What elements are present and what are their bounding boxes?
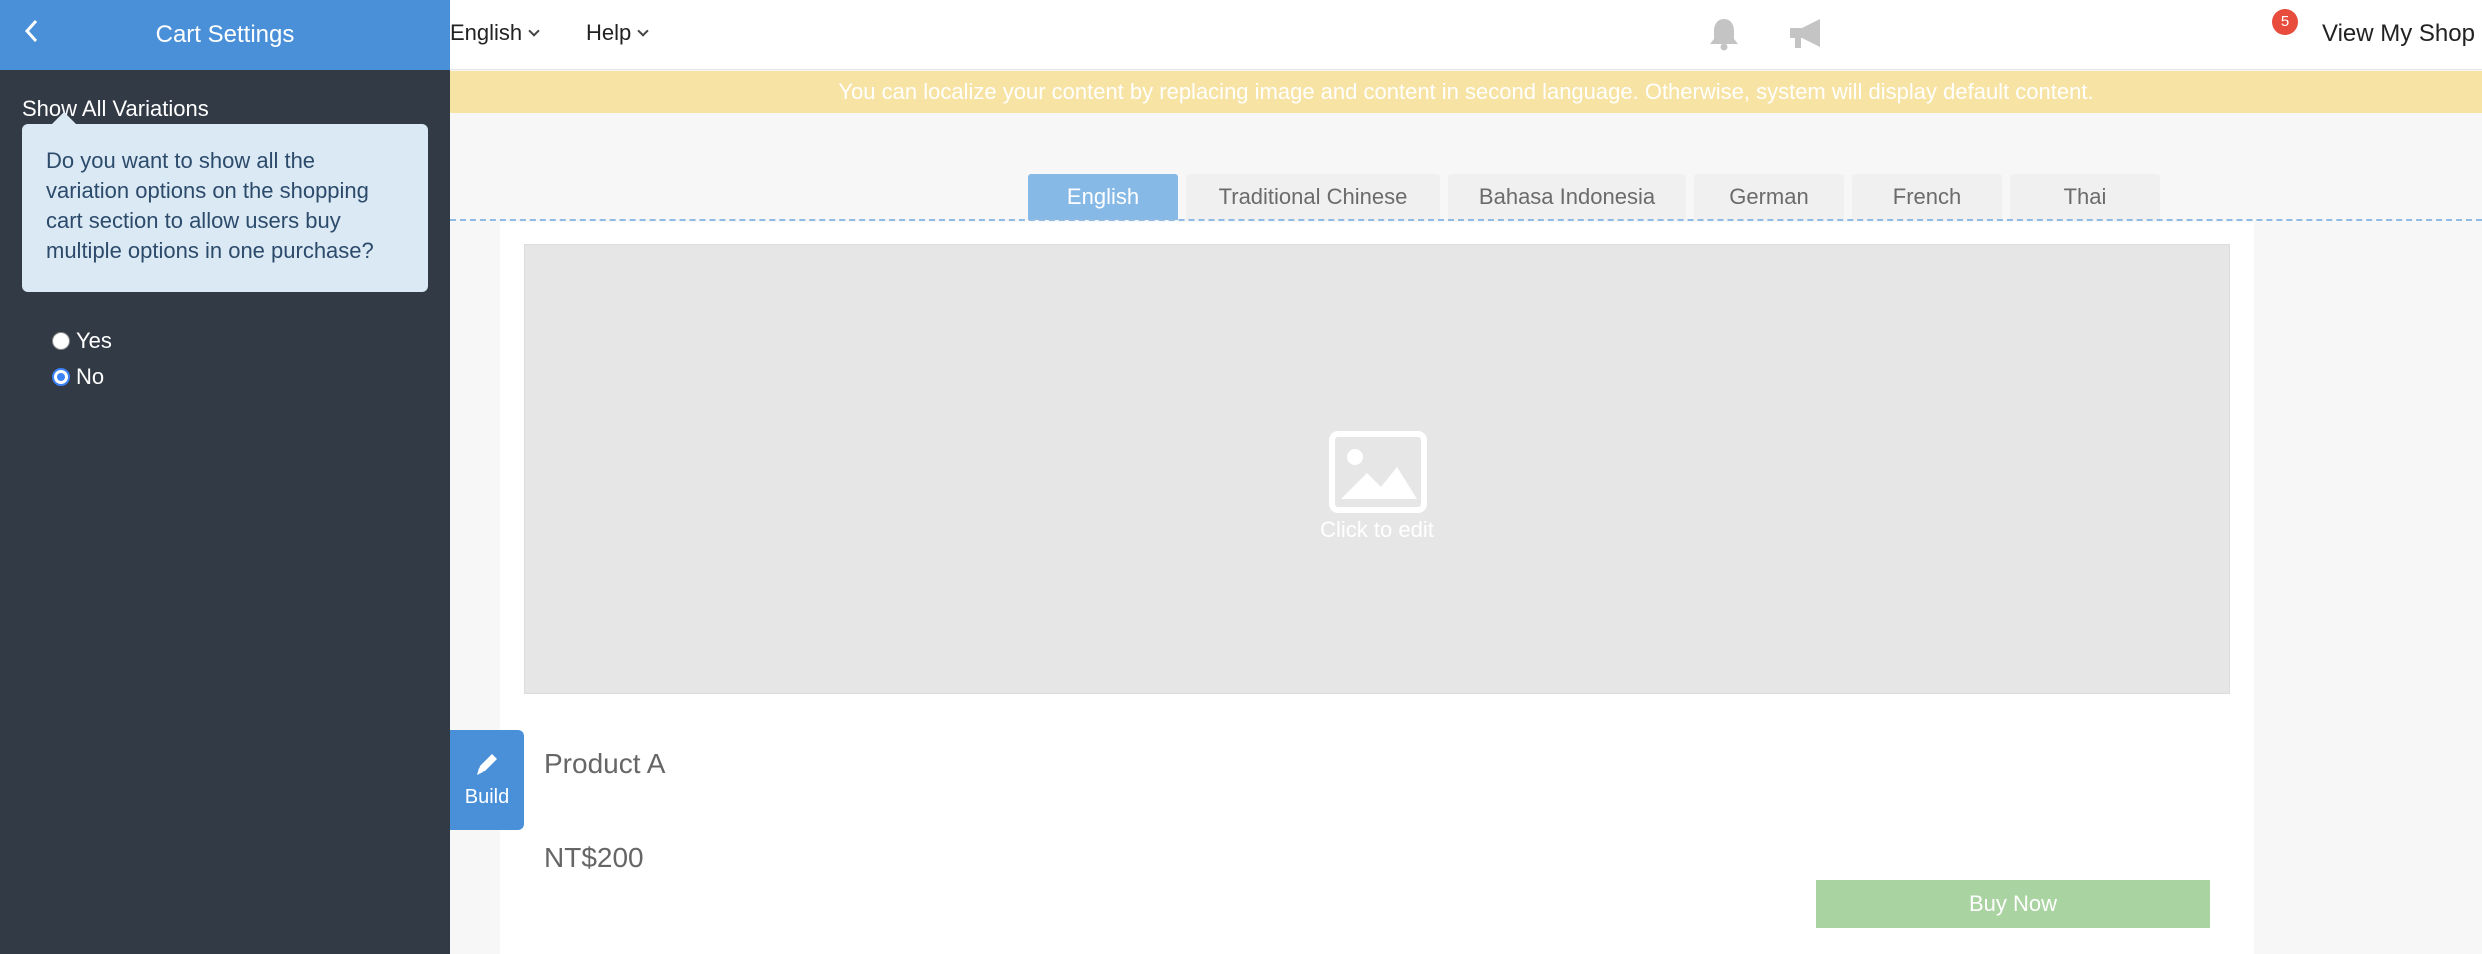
tab-bahasa-indonesia[interactable]: Bahasa Indonesia [1448, 174, 1686, 220]
chevron-down-icon [637, 25, 649, 37]
language-tabs: English Traditional Chinese Bahasa Indon… [1028, 174, 2168, 220]
radio-yes[interactable]: Yes [52, 328, 112, 354]
tab-thai[interactable]: Thai [2010, 174, 2160, 220]
bell-icon[interactable] [1706, 16, 1742, 52]
back-chevron-icon[interactable] [22, 16, 48, 52]
product-image-placeholder[interactable]: Click to edit [524, 244, 2230, 694]
panel-title: Cart Settings [155, 21, 295, 48]
product-price[interactable]: NT$200 [544, 842, 644, 874]
panel-header: Cart Settings [0, 0, 450, 70]
chevron-down-icon [528, 25, 540, 37]
show-all-variations-label: Show All Variations [22, 96, 209, 121]
radio-no[interactable]: No [52, 364, 104, 390]
radio-yes-label: Yes [76, 328, 112, 353]
tab-german[interactable]: German [1694, 174, 1844, 220]
tab-english[interactable]: English [1028, 174, 1178, 220]
build-button[interactable]: Build [450, 730, 524, 830]
top-navbar [450, 0, 2482, 70]
view-my-shop-link[interactable]: View My Shop [2322, 20, 2475, 48]
radio-no-control[interactable] [52, 368, 70, 386]
product-name[interactable]: Product A [544, 748, 665, 780]
image-icon [1329, 431, 1427, 513]
cart-settings-panel: Cart Settings Show All Variations Do you… [0, 0, 450, 954]
help-menu-label: Help [586, 20, 632, 45]
localization-banner: You can localize your content by replaci… [450, 71, 2482, 113]
help-menu[interactable]: Help [586, 20, 649, 46]
build-label: Build [464, 786, 510, 808]
radio-no-label: No [76, 364, 105, 389]
tab-french[interactable]: French [1852, 174, 2002, 220]
tab-divider [450, 219, 2482, 221]
tab-traditional-chinese[interactable]: Traditional Chinese [1186, 174, 1440, 220]
radio-yes-control[interactable] [52, 332, 70, 350]
pencil-icon [477, 754, 497, 775]
language-menu[interactable]: English [450, 20, 540, 46]
info-tooltip: Do you want to show all the variation op… [22, 112, 428, 292]
notification-badge: 5 [2272, 9, 2298, 35]
language-menu-label: English [450, 20, 523, 45]
buy-now-button[interactable]: Buy Now [1816, 880, 2210, 928]
megaphone-icon[interactable] [1786, 14, 1830, 54]
click-to-edit-label: Click to edit [1320, 517, 1434, 542]
